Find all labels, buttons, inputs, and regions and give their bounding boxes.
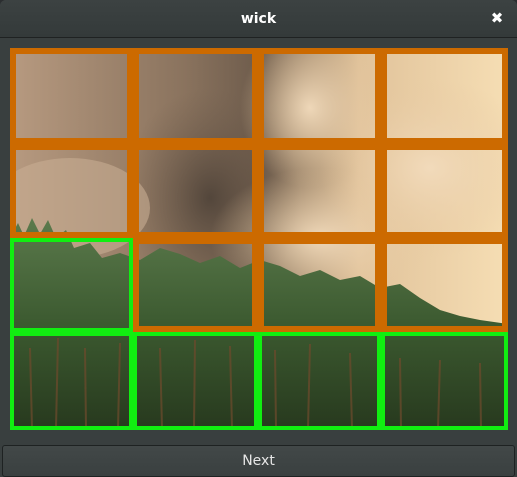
bottom-bar: Next bbox=[0, 445, 517, 477]
close-icon[interactable]: ✖ bbox=[489, 10, 505, 26]
grid-tile-r2-c1[interactable] bbox=[10, 144, 133, 238]
tile-grid bbox=[10, 48, 508, 430]
grid-tile-r1-c1[interactable] bbox=[10, 48, 133, 144]
grid-tile-r3-c3[interactable] bbox=[258, 238, 381, 332]
grid-tile-r2-c4[interactable] bbox=[381, 144, 508, 238]
grid-tile-r3-c4[interactable] bbox=[381, 238, 508, 332]
grid-tile-r4-c4[interactable] bbox=[381, 332, 508, 430]
grid-tile-r1-c2[interactable] bbox=[133, 48, 258, 144]
window-title: wick bbox=[240, 11, 277, 27]
content-area bbox=[0, 38, 517, 445]
titlebar: wick ✖ bbox=[0, 0, 517, 38]
dialog-window: wick ✖ Next bbox=[0, 0, 517, 477]
grid-tile-r1-c3[interactable] bbox=[258, 48, 381, 144]
grid-tile-r4-c3[interactable] bbox=[258, 332, 381, 430]
grid-tile-r4-c2[interactable] bbox=[133, 332, 258, 430]
grid-tile-r2-c2[interactable] bbox=[133, 144, 258, 238]
grid-tile-r2-c3[interactable] bbox=[258, 144, 381, 238]
captcha-image-grid bbox=[10, 48, 508, 430]
grid-tile-r4-c1[interactable] bbox=[10, 332, 133, 430]
grid-tile-r3-c2[interactable] bbox=[133, 238, 258, 332]
next-button[interactable]: Next bbox=[2, 445, 515, 477]
grid-tile-r3-c1[interactable] bbox=[10, 238, 133, 332]
grid-tile-r1-c4[interactable] bbox=[381, 48, 508, 144]
